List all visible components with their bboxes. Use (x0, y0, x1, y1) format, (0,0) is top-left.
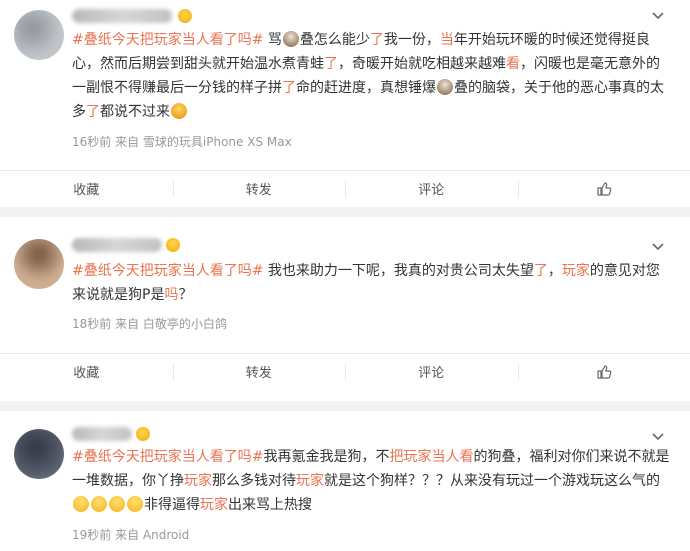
angry-emoji-icon (171, 103, 187, 119)
user-badge-icon (178, 9, 192, 23)
post-content: #叠纸今天把玩家当人看了吗#我再氪金我是狗，不把玩家当人看的狗叠，福利对你们来说… (72, 445, 670, 517)
post-text: ？ (178, 287, 193, 303)
feed-divider (0, 207, 690, 217)
smile-emoji-icon (91, 496, 107, 512)
collect-button[interactable]: 收藏 (0, 354, 173, 389)
collect-button[interactable]: 收藏 (0, 171, 173, 206)
chevron-down-icon[interactable] (650, 429, 666, 445)
highlight-text[interactable]: 了 (534, 263, 548, 279)
avatar[interactable] (14, 429, 64, 479)
repost-button[interactable]: 转发 (172, 171, 346, 206)
post-content: #叠纸今天把玩家当人看了吗# 我也来助力一下呢，我真的对贵公司太失望了，玩家的意… (72, 259, 670, 307)
repost-button[interactable]: 转发 (172, 354, 346, 389)
highlight-text[interactable]: 了 (86, 104, 100, 120)
like-button[interactable] (517, 171, 690, 206)
post-text: 命的赶进度，真想锤爆 (296, 80, 436, 96)
post-text: 就是这个狗样？？？从来没有玩过一个游戏玩这么气的 (324, 473, 660, 489)
like-button[interactable] (517, 354, 690, 389)
highlight-text[interactable]: 把玩家当人看 (389, 449, 473, 465)
face-emoji-icon (437, 79, 453, 95)
avatar[interactable] (14, 10, 64, 60)
action-bar: 收藏 转发 评论 (0, 170, 690, 206)
highlight-text[interactable]: 玩家 (184, 473, 212, 489)
highlight-text[interactable]: 吗 (164, 287, 178, 303)
highlight-text[interactable]: 看 (506, 56, 520, 72)
post-card: #叠纸今天把玩家当人看了吗#我再氪金我是狗，不把玩家当人看的狗叠，福利对你们来说… (0, 411, 690, 551)
post-text: 骂 (263, 32, 282, 48)
highlight-text[interactable]: #叠纸今天把玩家当人看了吗# (72, 263, 263, 279)
post-text: ，奇暖开始就吃相越来越难 (338, 56, 506, 72)
weibo-feed: #叠纸今天把玩家当人看了吗# 骂叠怎么能少了我一份，当年开始玩环暖的时候还觉得挺… (0, 0, 690, 551)
highlight-text[interactable]: 玩家 (562, 263, 590, 279)
smile-emoji-icon (73, 496, 89, 512)
post-card: #叠纸今天把玩家当人看了吗# 骂叠怎么能少了我一份，当年开始玩环暖的时候还觉得挺… (0, 0, 690, 207)
face-emoji-icon (282, 31, 299, 47)
smile-emoji-icon (109, 496, 125, 512)
post-text: 叠怎么能少 (299, 32, 370, 48)
chevron-down-icon[interactable] (650, 239, 666, 255)
post-text: 我一份， (383, 32, 440, 48)
feed-divider (0, 401, 690, 411)
highlight-text[interactable]: 了 (282, 80, 296, 96)
highlight-text[interactable]: #叠纸今天把玩家当人看了吗# (72, 32, 263, 48)
post-text: 非得逼得 (144, 497, 200, 513)
post-content: #叠纸今天把玩家当人看了吗# 骂叠怎么能少了我一份，当年开始玩环暖的时候还觉得挺… (72, 28, 670, 124)
thumbs-up-icon (597, 181, 612, 196)
post-meta: 19秒前 来自 Android (72, 528, 190, 542)
action-bar: 收藏 转发 评论 (0, 353, 690, 389)
post-meta: 18秒前 来自 白敬亭的小白鸽 (72, 317, 227, 331)
post-text: 我也来助力一下呢，我真的对贵公司太失望 (263, 263, 534, 279)
user-badge-icon (166, 238, 180, 252)
comment-button[interactable]: 评论 (345, 171, 518, 206)
post-text: 我再氪金我是狗，不 (263, 449, 390, 465)
avatar[interactable] (14, 239, 64, 289)
highlight-text[interactable]: 玩家 (200, 497, 228, 513)
post-meta: 16秒前 来自 雪球的玩具iPhone XS Max (72, 135, 292, 149)
username-blurred[interactable] (72, 238, 162, 252)
username-blurred[interactable] (72, 427, 132, 441)
post-card: #叠纸今天把玩家当人看了吗# 我也来助力一下呢，我真的对贵公司太失望了，玩家的意… (0, 217, 690, 401)
post-text: 都说不过来 (100, 104, 170, 120)
comment-button[interactable]: 评论 (345, 354, 518, 389)
highlight-text[interactable]: 了 (324, 56, 338, 72)
highlight-text[interactable]: 玩家 (296, 473, 324, 489)
thumbs-up-icon (597, 364, 612, 379)
post-text: ， (547, 263, 562, 279)
post-text: 那么多钱对待 (212, 473, 296, 489)
smile-emoji-icon (127, 496, 143, 512)
highlight-text[interactable]: #叠纸今天把玩家当人看了吗# (72, 449, 263, 465)
user-badge-icon (136, 427, 150, 441)
highlight-text[interactable]: 当 (440, 32, 454, 48)
highlight-text[interactable]: 了 (370, 32, 384, 48)
username-blurred[interactable] (72, 9, 172, 23)
post-text: 出来骂上热搜 (228, 497, 312, 513)
chevron-down-icon[interactable] (650, 8, 666, 24)
